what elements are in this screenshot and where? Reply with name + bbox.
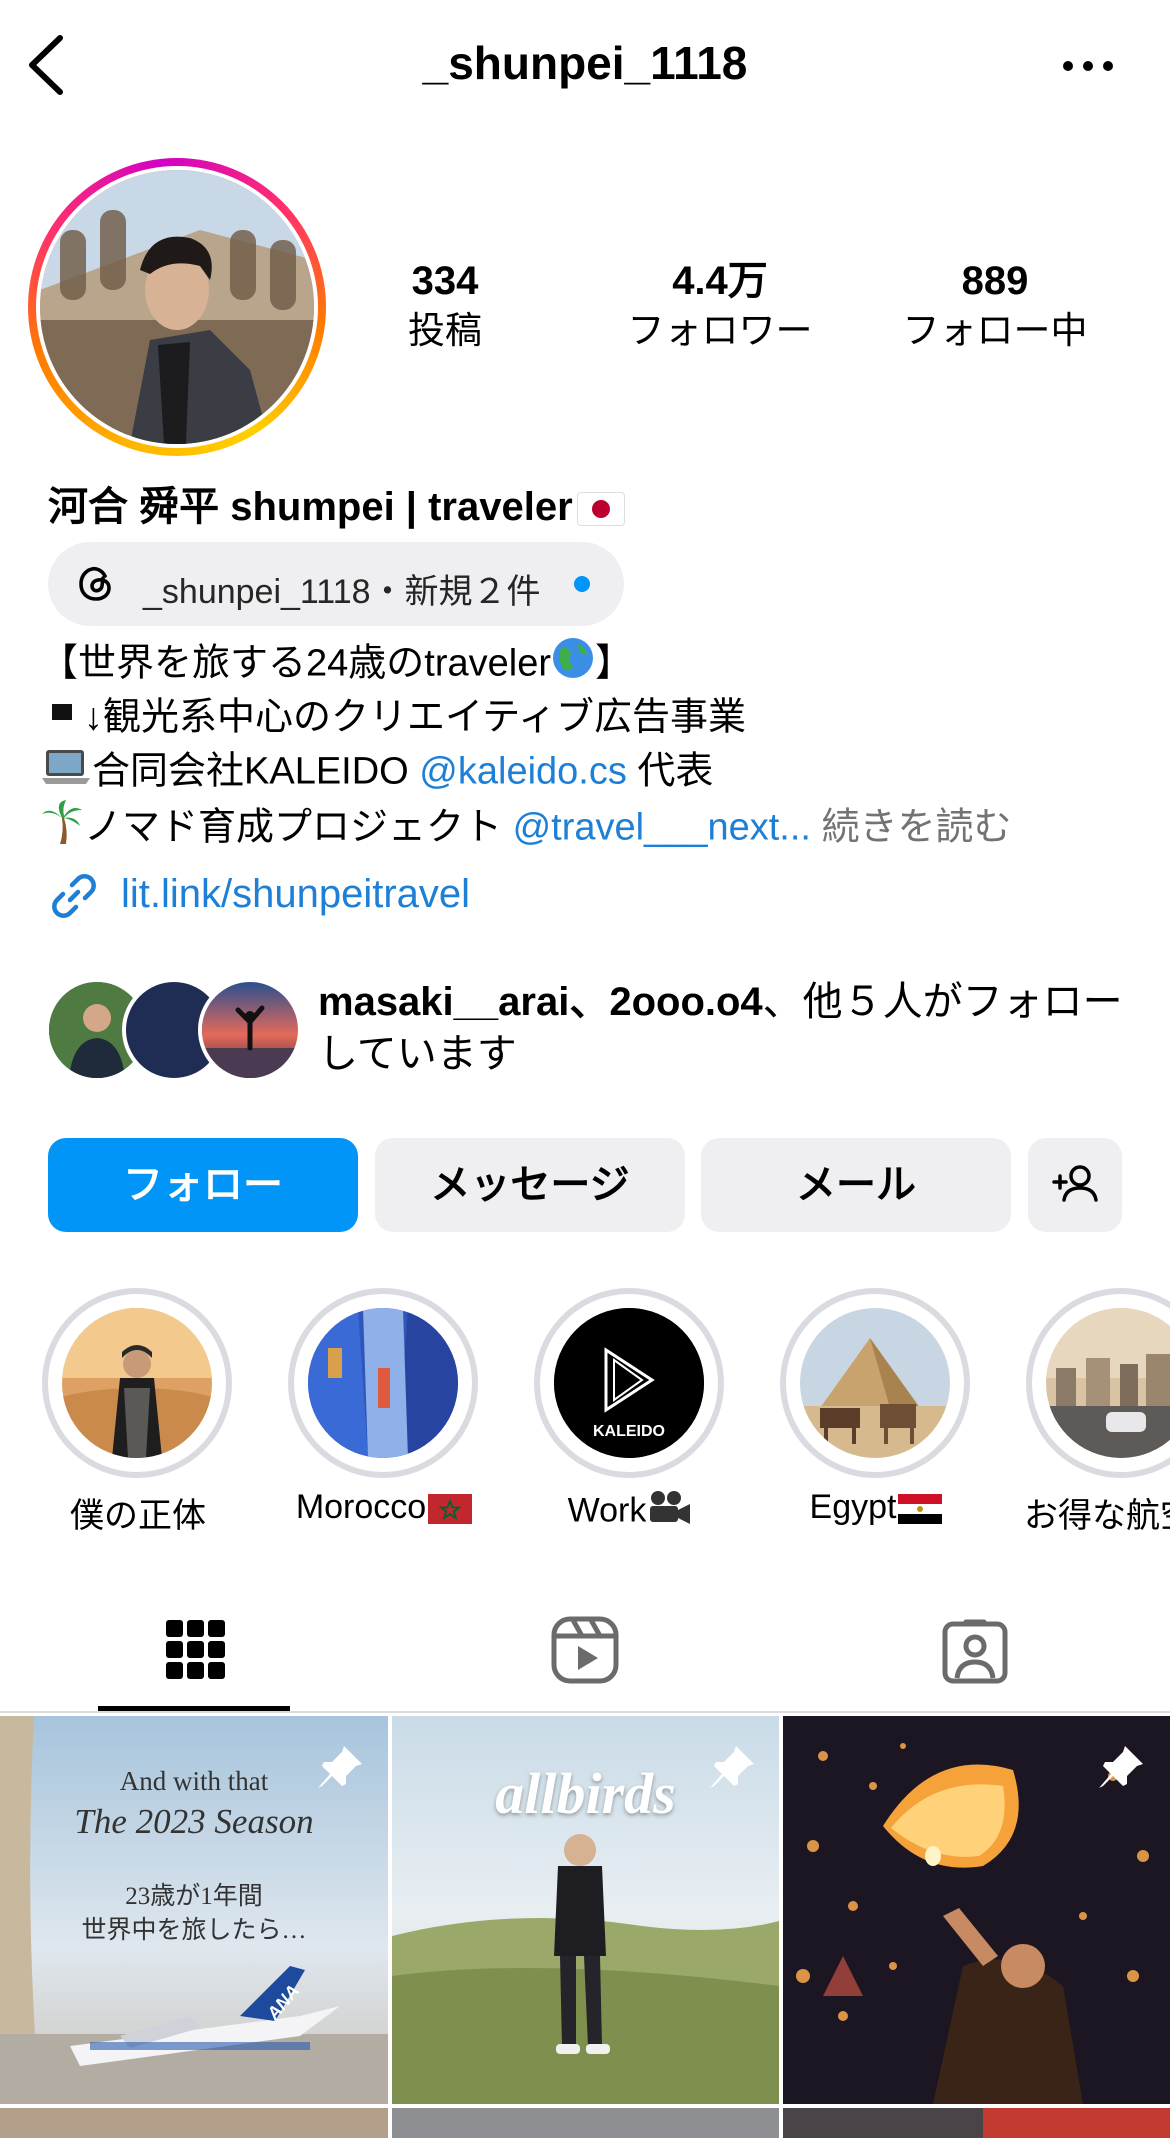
- black-square-icon: [40, 690, 84, 749]
- mutual-follower-names: masaki__arai、2ooo.o4: [318, 980, 763, 1024]
- globe-icon: [551, 636, 595, 695]
- profile-username-title: _shunpei_1118: [422, 37, 748, 89]
- pinned-icon: [318, 1746, 362, 1788]
- mutual-followers-text[interactable]: masaki__arai、2ooo.o4、他５人がフォローしています: [318, 976, 1138, 1080]
- tagged-tab[interactable]: [942, 1616, 1008, 1684]
- egypt-flag-icon: [898, 1494, 943, 1525]
- profile-link-text: lit.link/shunpeitravel: [121, 872, 471, 916]
- post-tile[interactable]: [392, 2108, 779, 2138]
- display-name-text: 河合 舜平 shumpei | traveler: [48, 485, 573, 529]
- posts-label: 投稿: [408, 310, 482, 351]
- bio-line-3: 合同会社KALEIDO @kaleido.cs 代表: [40, 744, 713, 803]
- bio-line-4-text: ノマド育成プロジェクト: [84, 806, 513, 849]
- reels-icon: [551, 1616, 619, 1684]
- highlight-cover: [800, 1308, 950, 1458]
- following-count[interactable]: 889 フォロー中: [890, 256, 1100, 356]
- post-caption-line: 世界中を旅したら…: [81, 1917, 307, 1944]
- bio-line-4: ノマド育成プロジェクト @travel___next... 続きを読む: [40, 798, 1012, 861]
- japan-flag-icon: [576, 492, 625, 527]
- bio-line-1-end: 】: [594, 642, 633, 685]
- highlight-label: Work: [492, 1488, 768, 1537]
- travel-next-mention-link[interactable]: @travel___next...: [513, 807, 811, 849]
- highlight-cover: [1046, 1308, 1170, 1458]
- display-name: 河合 舜平 shumpei | traveler: [48, 474, 625, 532]
- suggested-users-button[interactable]: [1028, 1138, 1122, 1232]
- follow-button[interactable]: フォロー: [48, 1138, 358, 1232]
- mutual-follower-avatar[interactable]: [198, 978, 302, 1082]
- link-icon: [52, 874, 96, 918]
- laptop-icon: [40, 744, 92, 803]
- post-tile[interactable]: [0, 2108, 388, 2138]
- highlight-label: お得な航空: [1024, 1497, 1170, 1535]
- pinned-icon: [710, 1746, 754, 1788]
- grid-icon: [166, 1620, 225, 1679]
- morocco-flag-icon: [428, 1494, 473, 1525]
- post-tile[interactable]: [783, 1716, 1170, 2104]
- followers-count[interactable]: 4.4万 フォロワー: [615, 256, 825, 356]
- message-button[interactable]: メッセージ: [375, 1138, 685, 1232]
- palm-tree-icon: [40, 798, 84, 861]
- threads-badge-text: _shunpei_1118・新規２件: [143, 573, 541, 611]
- bio-line-3-text: 合同会社KALEIDO: [92, 750, 420, 793]
- avatar-story-ring[interactable]: [28, 158, 326, 456]
- highlight-cover: KALEIDO: [554, 1308, 704, 1458]
- following-label: フォロー中: [902, 310, 1088, 351]
- svg-text:KALEIDO: KALEIDO: [593, 1423, 665, 1440]
- highlight-cover: [62, 1308, 212, 1458]
- grid-tab[interactable]: [164, 1618, 228, 1682]
- bio-line-1: 【世界を旅する24歳のtraveler 】: [40, 636, 633, 695]
- bio-line-3-end: 代表: [626, 750, 714, 793]
- bio-line-2-text: ↓観光系中心のクリエイティブ広告事業: [84, 696, 746, 739]
- bio-line-2: ↓観光系中心のクリエイティブ広告事業: [40, 690, 746, 749]
- avatar: [40, 170, 314, 444]
- highlight-label: 僕の正体: [70, 1497, 206, 1535]
- posts-count[interactable]: 334 投稿: [340, 256, 550, 356]
- kaleido-mention-link[interactable]: @kaleido.cs: [419, 751, 627, 793]
- followers-label: フォロワー: [627, 310, 813, 351]
- bio-line-1-text: 【世界を旅する24歳のtraveler: [40, 642, 551, 685]
- more-options-icon[interactable]: [1058, 52, 1118, 80]
- reels-tab[interactable]: [551, 1616, 619, 1684]
- email-button[interactable]: メール: [701, 1138, 1011, 1232]
- threads-badge[interactable]: _shunpei_1118・新規２件: [48, 542, 624, 626]
- read-more-link[interactable]: 続きを読む: [811, 807, 1012, 849]
- following-number: 889: [961, 259, 1029, 303]
- tagged-icon: [942, 1619, 1008, 1684]
- followers-number: 4.4万: [672, 259, 768, 303]
- add-person-icon: [1052, 1165, 1098, 1202]
- post-caption-line: 23歳が1年間: [125, 1883, 263, 1910]
- tab-divider: [0, 1711, 1170, 1713]
- highlight-label: Morocco: [246, 1488, 522, 1527]
- pinned-icon: [1099, 1746, 1143, 1788]
- threads-icon: [79, 566, 111, 601]
- highlight-label: Egypt: [738, 1488, 1014, 1527]
- posts-number: 334: [411, 259, 479, 303]
- post-tile[interactable]: allbirds: [392, 1716, 779, 2104]
- post-tile[interactable]: And with that The 2023 Season 23歳が1年間 世界…: [0, 1716, 388, 2104]
- new-indicator-dot: [574, 576, 590, 592]
- highlight-cover: [308, 1308, 458, 1458]
- movie-camera-icon: [646, 1488, 692, 1537]
- post-tile[interactable]: [783, 2108, 1170, 2138]
- post-caption-title: The 2023 Season: [74, 1802, 314, 1841]
